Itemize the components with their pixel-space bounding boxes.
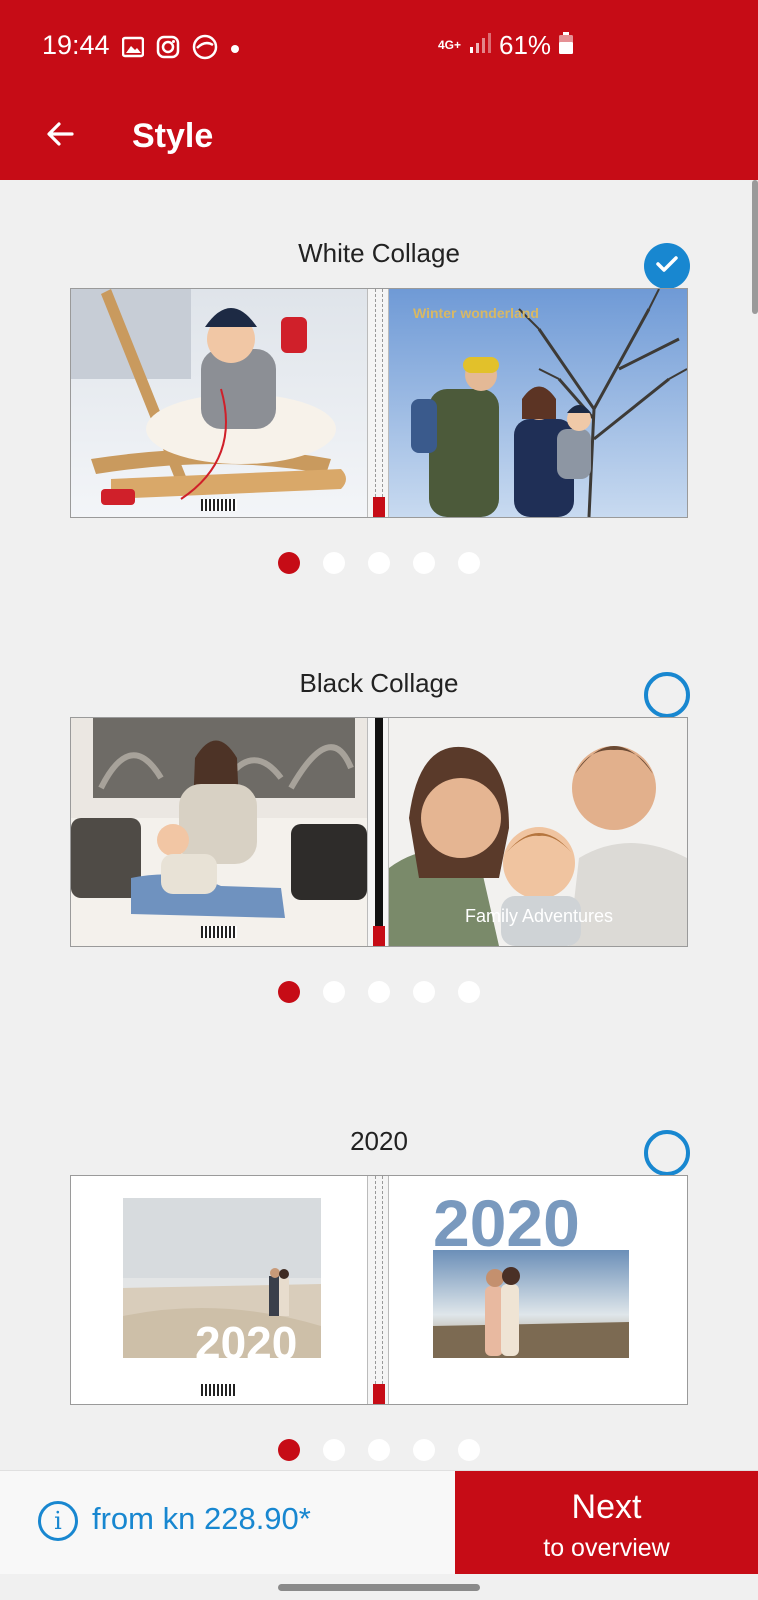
- carousel-indicator: [0, 552, 758, 574]
- cover-title: Family Adventures: [465, 906, 614, 926]
- battery-icon: [559, 30, 574, 61]
- sync-icon: [192, 34, 218, 65]
- price-label[interactable]: from kn 228.90*: [92, 1501, 311, 1537]
- brand-logo: [373, 926, 385, 946]
- carousel-dot-active[interactable]: [278, 552, 300, 574]
- book-back-cover: [71, 718, 367, 946]
- book-preview[interactable]: Family Adventures: [70, 717, 688, 947]
- app-bar: Style: [0, 92, 758, 180]
- page-title: Style: [132, 117, 214, 155]
- carousel-dot[interactable]: [368, 552, 390, 574]
- book-front-cover: Family Adventures: [389, 718, 687, 946]
- signal-icon: [469, 30, 492, 61]
- system-nav-bar: [0, 1574, 758, 1600]
- home-gesture-bar[interactable]: [278, 1584, 480, 1591]
- info-icon[interactable]: i: [38, 1501, 78, 1541]
- carousel-dot[interactable]: [368, 981, 390, 1003]
- book-spine: [367, 289, 389, 517]
- status-bar: 19:44 4G+ 61%: [0, 0, 758, 92]
- brand-logo: [373, 497, 385, 517]
- book-preview[interactable]: Winter wonderland: [70, 288, 688, 518]
- barcode: [201, 499, 237, 511]
- style-unselected-radio[interactable]: [644, 1130, 690, 1176]
- mother-child-photo: [71, 718, 367, 946]
- book-preview[interactable]: 2020 2020: [70, 1175, 688, 1405]
- network-indicator: 4G+: [438, 38, 462, 52]
- next-button-sublabel: to overview: [543, 1534, 670, 1562]
- arrow-left-icon: [44, 118, 76, 155]
- book-spine: [367, 718, 389, 946]
- cover-title: Winter wonderland: [413, 305, 539, 321]
- winter-family-photo: [389, 289, 687, 517]
- carousel-dot[interactable]: [323, 981, 345, 1003]
- carousel-dot[interactable]: [458, 552, 480, 574]
- style-selected-radio[interactable]: [644, 243, 690, 289]
- book-back-cover: [71, 289, 367, 517]
- cover-year: 2020: [195, 1317, 298, 1369]
- barcode: [201, 1384, 237, 1396]
- carousel-dot[interactable]: [413, 1439, 435, 1461]
- notification-icons: [121, 34, 240, 65]
- carousel-dot[interactable]: [458, 1439, 480, 1461]
- book-back-cover: 2020: [71, 1176, 367, 1404]
- carousel-dot-active[interactable]: [278, 1439, 300, 1461]
- next-button[interactable]: Next to overview: [455, 1471, 758, 1575]
- carousel-dot[interactable]: [323, 1439, 345, 1461]
- carousel-dot[interactable]: [413, 552, 435, 574]
- brand-logo: [373, 1384, 385, 1404]
- status-time: 19:44: [42, 30, 110, 60]
- carousel-dot[interactable]: [323, 552, 345, 574]
- barcode: [201, 926, 237, 938]
- book-front-cover: 2020: [389, 1176, 687, 1404]
- battery-level: 61%: [499, 30, 552, 60]
- dot-icon: [230, 41, 240, 59]
- gallery-icon: [121, 36, 145, 63]
- checkmark-icon: [653, 250, 681, 283]
- style-unselected-radio[interactable]: [644, 672, 690, 718]
- carousel-indicator: [0, 981, 758, 1003]
- bottom-action-bar: i from kn 228.90* Next to overview: [0, 1470, 758, 1575]
- carousel-dot[interactable]: [368, 1439, 390, 1461]
- next-button-label: Next: [571, 1488, 642, 1526]
- book-front-cover: Winter wonderland: [389, 289, 687, 517]
- carousel-indicator: [0, 1439, 758, 1461]
- carousel-dot-active[interactable]: [278, 981, 300, 1003]
- cover-year: 2020: [433, 1186, 580, 1260]
- snow-sled-photo: [71, 289, 367, 517]
- style-list[interactable]: White Collage Winter wonderland Black Co…: [0, 180, 758, 1470]
- carousel-dot[interactable]: [413, 981, 435, 1003]
- book-spine: [367, 1176, 389, 1404]
- system-status: 4G+ 61%: [438, 30, 574, 61]
- instagram-icon: [156, 35, 180, 64]
- carousel-dot[interactable]: [458, 981, 480, 1003]
- back-button[interactable]: [30, 106, 90, 166]
